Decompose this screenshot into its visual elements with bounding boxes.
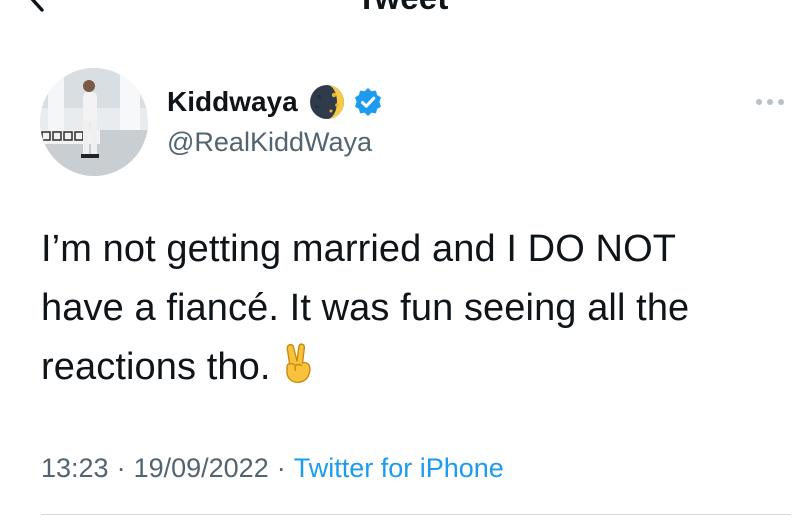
tweet-text: I’m not getting married and I DO NOT hav… (41, 220, 791, 397)
tweet-meta: 13:23 · 19/09/2022 · Twitter for iPhone (41, 450, 504, 486)
meta-separator: · (276, 453, 286, 483)
tweet-line: have a fiancé. It was fun seeing all the (41, 287, 690, 329)
avatar[interactable] (40, 68, 148, 176)
divider (41, 514, 791, 515)
tweet-detail-page: Tweet Kiddwaya (0, 0, 805, 520)
author-name-row: Kiddwaya (167, 82, 384, 122)
more-options-button[interactable] (752, 92, 788, 112)
tweet-line-text: reactions tho. (41, 346, 271, 388)
tweet-source-link[interactable]: Twitter for iPhone (294, 453, 504, 483)
tweet-date[interactable]: 19/09/2022 (134, 453, 269, 483)
tweet-line: I’m not getting married and I DO NOT (41, 228, 677, 270)
tweet-line-last: reactions tho. (41, 338, 791, 397)
more-dots-icon (756, 99, 784, 105)
tweet-time[interactable]: 13:23 (41, 453, 109, 483)
top-navigation-bar: Tweet (0, 0, 805, 20)
meta-separator: · (116, 453, 126, 483)
user-handle[interactable]: @RealKiddWaya (167, 124, 372, 160)
page-title: Tweet (0, 0, 805, 18)
moon-emoji-icon (308, 83, 346, 121)
victory-hand-icon (281, 341, 317, 385)
display-name[interactable]: Kiddwaya (167, 84, 298, 120)
verified-badge-icon (352, 86, 384, 118)
profile-photo (40, 68, 148, 176)
